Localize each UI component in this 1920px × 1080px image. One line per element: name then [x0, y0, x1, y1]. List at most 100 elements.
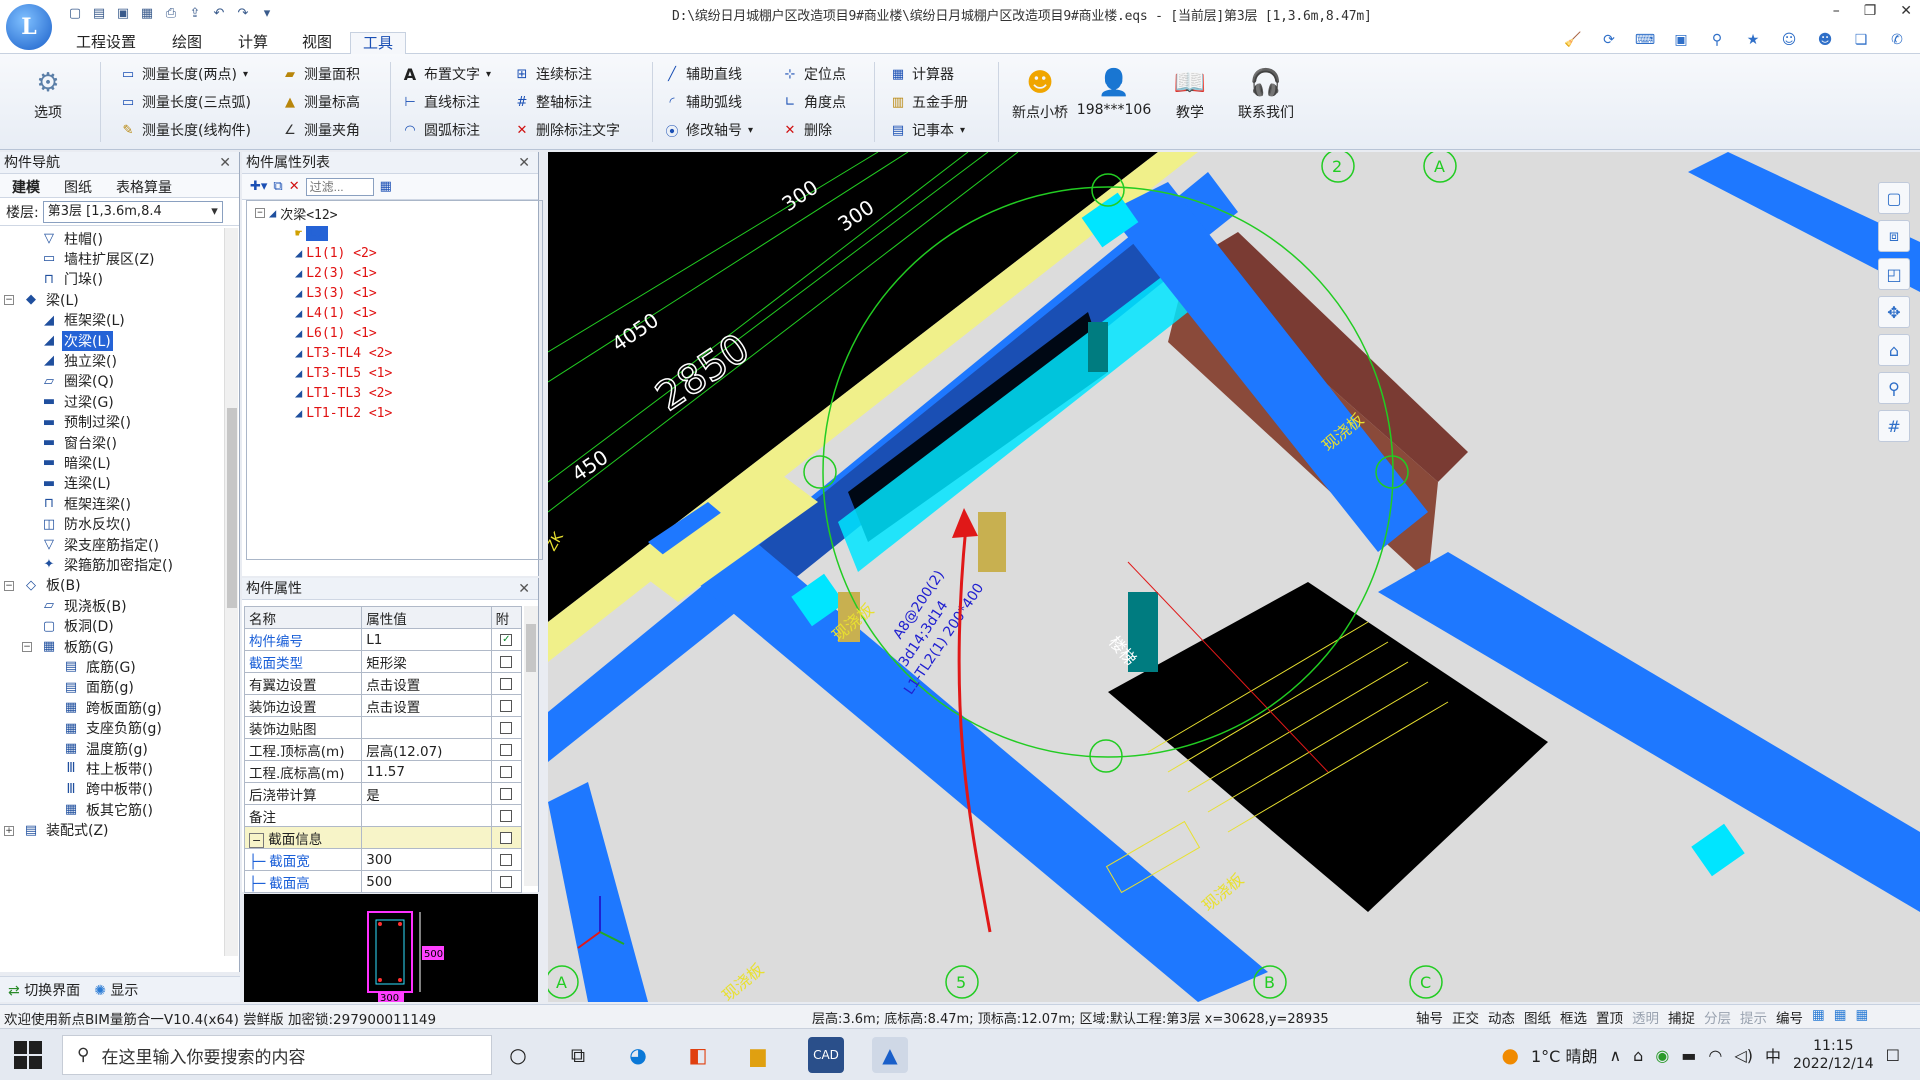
copy-component-icon[interactable]: ⧉ [273, 179, 282, 194]
office-icon[interactable]: ◧ [680, 1037, 716, 1073]
broom-icon[interactable]: 🧹 [1560, 30, 1586, 50]
open-file-icon[interactable]: ▤ [90, 4, 108, 22]
measure-area-button[interactable]: ▰ 测量面积 [282, 64, 360, 84]
grid-search-icon[interactable]: # [1878, 410, 1910, 442]
filter-input[interactable] [305, 177, 374, 196]
attach-checkbox[interactable] [500, 699, 513, 712]
status-toggle[interactable]: 正交 [1452, 1007, 1479, 1027]
weather-text[interactable]: 1°C 晴朗 [1531, 1043, 1597, 1067]
tab-modeling[interactable]: 建模 [0, 174, 52, 197]
status-toggle[interactable]: 编号 [1776, 1007, 1803, 1027]
table-row[interactable]: 有翼边设置 点击设置 [243, 672, 523, 695]
battery-icon[interactable]: ▬ [1681, 1046, 1696, 1065]
minimize-icon[interactable]: – [1833, 3, 1840, 19]
table-row[interactable]: 备注 [243, 804, 523, 827]
calculator-button[interactable]: ▦ 计算器 [890, 64, 954, 84]
undo-icon[interactable]: ↶ [210, 4, 228, 22]
attach-checkbox[interactable] [500, 743, 513, 756]
prop-value[interactable] [361, 804, 492, 827]
restore-icon[interactable]: ❐ [1864, 3, 1877, 19]
place-text-button[interactable]: A 布置文字 ▾ [402, 64, 491, 84]
switch-interface-button[interactable]: ⇄ 切换界面 [8, 980, 80, 1000]
tab-project-settings[interactable]: 工程设置 [64, 32, 148, 54]
fullscreen-icon[interactable]: ▦ [1856, 1007, 1869, 1027]
axis-dimension-button[interactable]: # 整轴标注 [514, 92, 592, 112]
close-icon[interactable]: ✕ [518, 152, 530, 174]
chevron-up-icon[interactable]: ∧ [1609, 1046, 1621, 1065]
attach-checkbox[interactable] [500, 875, 513, 888]
delete-button[interactable]: ✕ 删除 [782, 120, 832, 140]
tab-view[interactable]: 视图 [290, 32, 344, 54]
person-icon[interactable]: ☻ [1812, 30, 1838, 50]
beam-list-item[interactable]: ☛ L1 [295, 223, 328, 243]
windows-start-button[interactable] [14, 1041, 42, 1069]
beam-root-item[interactable]: − ◢ 次梁<12> [255, 203, 338, 223]
locate-point-button[interactable]: ⊹ 定位点 [782, 64, 846, 84]
customize-qat-icon[interactable]: ▾ [258, 4, 276, 22]
prop-value[interactable]: 500 [361, 870, 492, 893]
close-icon[interactable]: ✕ [518, 578, 530, 600]
close-icon[interactable]: ✕ [219, 152, 231, 174]
measure-elevation-button[interactable]: ▲ 测量标高 [282, 92, 360, 112]
attach-checkbox[interactable] [500, 721, 513, 734]
bim-app-icon[interactable]: ▲ [872, 1037, 908, 1073]
options-button[interactable]: ⚙ 选项 [12, 64, 84, 122]
status-toggle[interactable]: 框选 [1560, 1007, 1587, 1027]
network-tray-icon[interactable]: ⌂ [1633, 1046, 1643, 1065]
attach-checkbox[interactable] [500, 831, 513, 844]
attach-checkbox[interactable] [500, 765, 513, 778]
measure-length-component-button[interactable]: ✎ 测量长度(线构件) [120, 120, 251, 140]
attach-checkbox[interactable] [500, 655, 513, 668]
cad-app-icon[interactable]: CAD [808, 1037, 844, 1073]
measure-length-two-point-button[interactable]: ▭ 测量长度(两点) ▾ [120, 64, 248, 84]
refresh-icon[interactable]: ⟳ [1596, 30, 1622, 50]
attach-checkbox[interactable] [500, 809, 513, 822]
status-toggle[interactable]: 置顶 [1596, 1007, 1623, 1027]
prop-value[interactable]: 矩形梁 [361, 650, 492, 673]
tree-item[interactable]: ▤ 装配式(Z) [22, 818, 111, 843]
beam-list-item[interactable]: ◢ LT3-TL4 <2> [295, 343, 392, 363]
tab-table-calc[interactable]: 表格算量 [104, 174, 184, 197]
beam-list-item[interactable]: ◢ L4(1) <1> [295, 303, 377, 323]
angle-point-button[interactable]: ∟ 角度点 [782, 92, 846, 112]
assist-arc-button[interactable]: ◜ 辅助弧线 [664, 92, 742, 112]
model-view-icon[interactable]: ◰ [1878, 258, 1910, 290]
nav-scrollbar[interactable] [224, 228, 238, 956]
table-row[interactable]: 工程.底标高(m) 11.57 [243, 760, 523, 783]
cortana-icon[interactable]: ○ [500, 1037, 536, 1073]
attach-checkbox[interactable] [500, 787, 513, 800]
tree-expander[interactable]: − [4, 580, 14, 591]
attach-checkbox[interactable] [500, 853, 513, 866]
prop-value[interactable]: 是 [361, 782, 492, 805]
tree-expander[interactable]: − [255, 208, 265, 218]
tab-tools[interactable]: 工具 [350, 32, 407, 55]
prop-value[interactable]: 300 [361, 848, 492, 871]
contact-icon[interactable]: ✆ [1884, 30, 1910, 50]
close-icon[interactable]: ✕ [1900, 3, 1912, 19]
save-icon[interactable]: ▣ [114, 4, 132, 22]
continuous-dimension-button[interactable]: ⊞ 连续标注 [514, 64, 592, 84]
measure-length-three-arc-button[interactable]: ▭ 测量长度(三点弧) [120, 92, 251, 112]
taskbar-search[interactable]: ⚲ 在这里输入你要搜索的内容 [62, 1035, 492, 1075]
status-toggle[interactable]: 动态 [1488, 1007, 1515, 1027]
3d-viewport[interactable]: 2 A A 5 B C 300 300 4050 2850 450 ZK L1-… [548, 152, 1920, 1002]
contact-us-button[interactable]: 🎧 联系我们 [1230, 64, 1302, 122]
beam-list-item[interactable]: ◢ L2(3) <1> [295, 263, 377, 283]
arc-dimension-button[interactable]: ◠ 圆弧标注 [402, 120, 480, 140]
window-icon[interactable]: ▣ [1668, 30, 1694, 50]
clock[interactable]: 11:15 2022/12/14 [1793, 1037, 1874, 1073]
display-button[interactable]: ✺ 显示 [94, 980, 138, 1000]
delete-component-icon[interactable]: ✕ [289, 179, 300, 194]
wechat-icon[interactable]: ◉ [1655, 1046, 1669, 1065]
table-row[interactable]: 截面类型 矩形梁 [243, 650, 523, 673]
status-toggle[interactable]: 图纸 [1524, 1007, 1551, 1027]
table-row[interactable]: 构件编号 L1 ✓ [243, 628, 523, 651]
assist-line-button[interactable]: ╱ 辅助直线 [664, 64, 742, 84]
status-toggle[interactable]: 捕捉 [1668, 1007, 1695, 1027]
status-toggle[interactable]: 分层 [1704, 1007, 1731, 1027]
measure-angle-button[interactable]: ∠ 测量夹角 [282, 120, 360, 140]
volume-icon[interactable]: ◁) [1734, 1046, 1753, 1065]
prop-value[interactable]: L1 [361, 628, 492, 651]
prop-value[interactable] [361, 716, 492, 739]
floor-select[interactable]: 第3层 [1,3.6m,8.4 [42, 200, 223, 223]
